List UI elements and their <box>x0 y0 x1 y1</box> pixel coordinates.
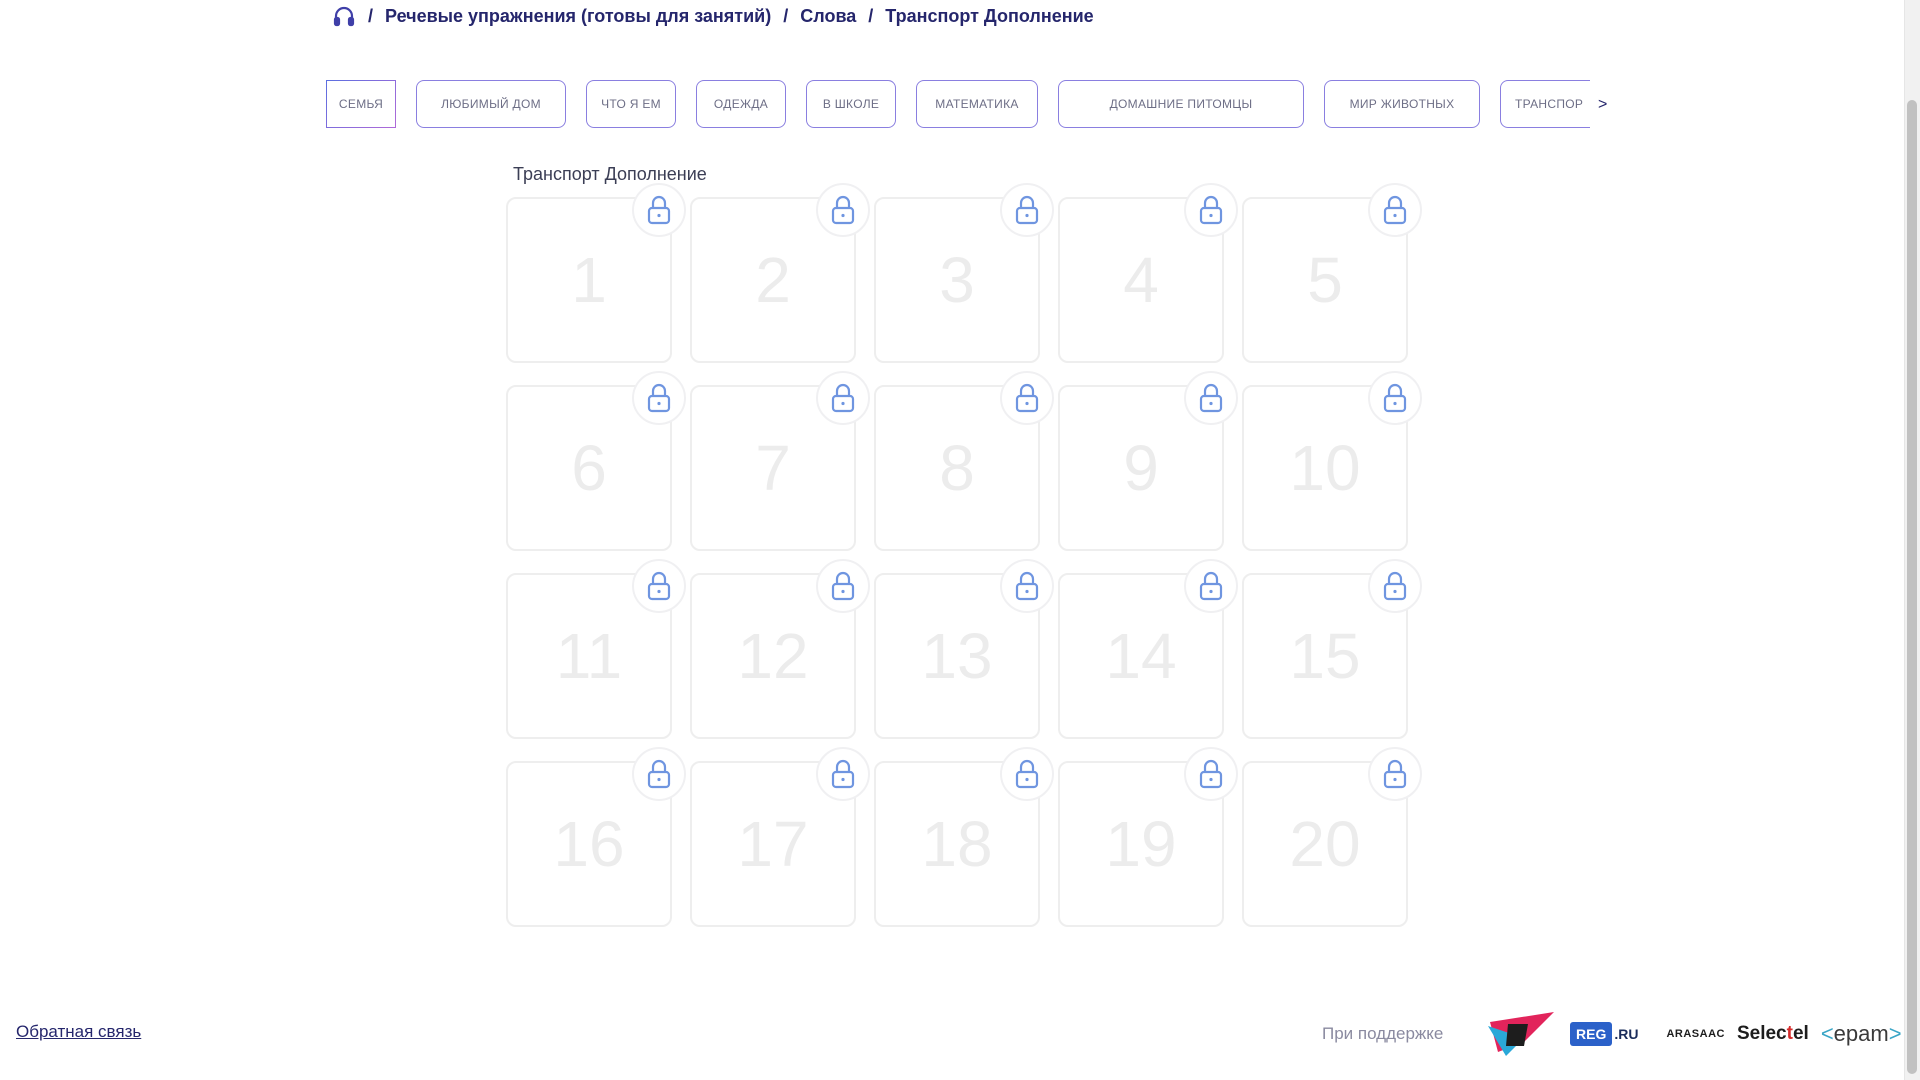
exercise-card[interactable]: 2 <box>690 183 870 363</box>
exercise-card[interactable]: 19 <box>1058 747 1238 927</box>
lock-icon <box>1368 183 1422 237</box>
exercise-card[interactable]: 20 <box>1242 747 1422 927</box>
exercise-card[interactable]: 11 <box>506 559 686 739</box>
exercise-card[interactable]: 14 <box>1058 559 1238 739</box>
reg-ru-logo-a: REG <box>1570 1022 1613 1046</box>
tab-at-school[interactable]: В ШКОЛЕ <box>806 80 896 128</box>
tab-transport[interactable]: ТРАНСПОР <box>1500 80 1590 128</box>
lock-icon <box>1368 559 1422 613</box>
section-title: Транспорт Дополнение <box>513 164 707 184</box>
lock-icon <box>1184 559 1238 613</box>
category-tabs: СЕМЬЯ ЛЮБИМЫЙ ДОМ ЧТО Я ЕМ ОДЕЖДА В ШКОЛ… <box>326 80 1590 128</box>
lock-icon <box>632 747 686 801</box>
lock-icon <box>816 183 870 237</box>
exercise-card[interactable]: 4 <box>1058 183 1238 363</box>
exercise-card[interactable]: 17 <box>690 747 870 927</box>
tab-animal-world[interactable]: МИР ЖИВОТНЫХ <box>1324 80 1480 128</box>
sponsor-epam[interactable]: < epam > <box>1821 1021 1902 1047</box>
exercise-card[interactable]: 12 <box>690 559 870 739</box>
exercise-card[interactable]: 7 <box>690 371 870 551</box>
lock-icon <box>632 183 686 237</box>
breadcrumb-current: Транспорт Дополнение <box>885 5 1094 26</box>
exercise-card[interactable]: 6 <box>506 371 686 551</box>
lock-icon <box>1184 371 1238 425</box>
exercise-grid: 1 2 3 4 5 6 7 8 9 10 11 12 13 14 15 16 17 18 19 20 <box>506 183 1422 927</box>
arasaac-logo: ARASAAC <box>1666 1028 1725 1040</box>
feedback-link[interactable]: Обратная связь <box>16 1022 141 1042</box>
breadcrumb: / Речевые упражнения (готовы для занятий… <box>332 4 1094 28</box>
exercise-card[interactable]: 18 <box>874 747 1054 927</box>
exercise-card[interactable]: 16 <box>506 747 686 927</box>
breadcrumb-separator: / <box>783 5 789 26</box>
sponsor-logo-flag[interactable] <box>1484 1012 1558 1056</box>
sponsor-reg-ru[interactable]: REG .RU <box>1570 1022 1638 1046</box>
lock-icon <box>1184 183 1238 237</box>
lock-icon <box>632 371 686 425</box>
selectel-logo-c: el <box>1792 1023 1809 1044</box>
exercise-card[interactable]: 9 <box>1058 371 1238 551</box>
sponsors: REG .RU ARASAAC Selec t el < epam > <box>1484 1012 1902 1056</box>
sponsor-selectel[interactable]: Selec t el <box>1737 1023 1809 1045</box>
tab-family[interactable]: СЕМЬЯ <box>326 80 396 128</box>
breadcrumb-words[interactable]: Слова <box>800 6 856 27</box>
lock-icon <box>1000 747 1054 801</box>
tab-what-i-eat[interactable]: ЧТО Я ЕМ <box>586 80 676 128</box>
tab-favorite-home[interactable]: ЛЮБИМЫЙ ДОМ <box>416 80 566 128</box>
lock-icon <box>816 371 870 425</box>
epam-logo: epam <box>1833 1021 1889 1046</box>
lock-icon <box>1368 747 1422 801</box>
lock-icon <box>1368 371 1422 425</box>
exercise-card[interactable]: 3 <box>874 183 1054 363</box>
selectel-logo-a: Selec <box>1736 1023 1787 1044</box>
exercise-card[interactable]: 8 <box>874 371 1054 551</box>
breadcrumb-speech-exercises[interactable]: Речевые упражнения (готовы для занятий) <box>385 6 771 27</box>
lock-icon <box>1000 183 1054 237</box>
lock-icon <box>1000 559 1054 613</box>
exercise-card[interactable]: 10 <box>1242 371 1422 551</box>
lock-icon <box>1000 371 1054 425</box>
lock-icon <box>816 747 870 801</box>
exercise-card[interactable]: 15 <box>1242 559 1422 739</box>
epam-logo-right: > <box>1888 1021 1902 1046</box>
exercise-card[interactable]: 1 <box>506 183 686 363</box>
epam-logo-left: < <box>1820 1021 1834 1046</box>
breadcrumb-separator: / <box>368 5 374 26</box>
breadcrumb-separator: / <box>868 5 874 26</box>
exercise-card[interactable]: 13 <box>874 559 1054 739</box>
exercise-card[interactable]: 5 <box>1242 183 1422 363</box>
headphones-icon[interactable] <box>332 4 356 28</box>
tab-pets[interactable]: ДОМАШНИЕ ПИТОМЦЫ <box>1058 80 1304 128</box>
tab-math[interactable]: МАТЕМАТИКА <box>916 80 1038 128</box>
lock-icon <box>1184 747 1238 801</box>
support-label: При поддержке <box>1322 1024 1444 1043</box>
tab-clothes[interactable]: ОДЕЖДА <box>696 80 786 128</box>
sponsor-arasaac[interactable]: ARASAAC <box>1666 1028 1725 1040</box>
lock-icon <box>632 559 686 613</box>
tabs-next-arrow[interactable]: > <box>1598 96 1607 114</box>
scrollbar[interactable] <box>1904 0 1920 1080</box>
reg-ru-logo-b: .RU <box>1614 1026 1639 1042</box>
scrollbar-thumb[interactable] <box>1907 100 1917 1074</box>
lock-icon <box>816 559 870 613</box>
